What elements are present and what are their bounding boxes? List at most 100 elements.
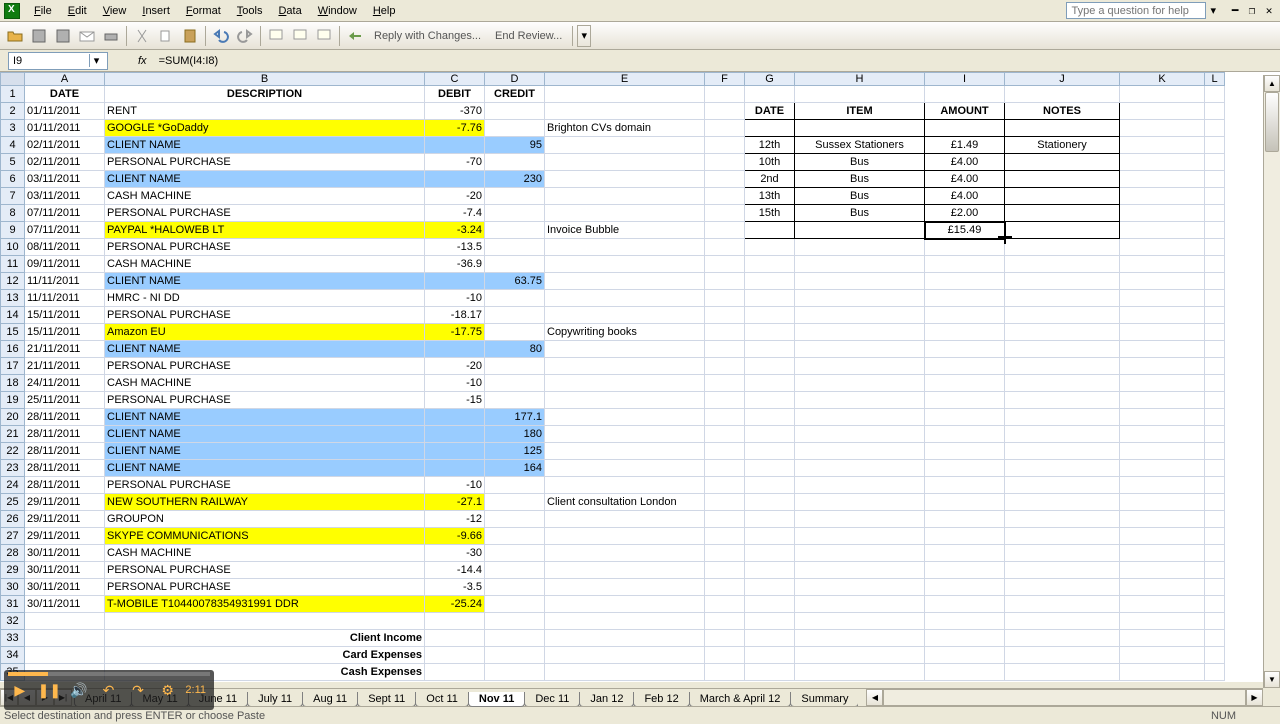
cell-E23[interactable] — [545, 460, 705, 477]
sheet-tab-aug-11[interactable]: Aug 11 — [302, 692, 358, 707]
sheet-tab-sept-11[interactable]: Sept 11 — [357, 692, 416, 707]
cell-F25[interactable] — [705, 494, 745, 511]
cell-A3[interactable]: 01/11/2011 — [25, 120, 105, 137]
cell-D3[interactable] — [485, 120, 545, 137]
cell-H10[interactable] — [795, 239, 925, 256]
cell-H25[interactable] — [795, 494, 925, 511]
col-header-J[interactable]: J — [1005, 73, 1120, 86]
cell-H8[interactable]: Bus — [795, 205, 925, 222]
cell-D16[interactable]: 80 — [485, 341, 545, 358]
cell-J13[interactable] — [1005, 290, 1120, 307]
cell-J8[interactable] — [1005, 205, 1120, 222]
cell-D11[interactable] — [485, 256, 545, 273]
cell-G2[interactable]: DATE — [745, 103, 795, 120]
cell-K19[interactable] — [1120, 392, 1205, 409]
cell-J21[interactable] — [1005, 426, 1120, 443]
cell-G3[interactable] — [745, 120, 795, 137]
cell-J28[interactable] — [1005, 545, 1120, 562]
row-header-9[interactable]: 9 — [1, 222, 25, 239]
cell-G17[interactable] — [745, 358, 795, 375]
name-box-dropdown-icon[interactable]: ▾ — [89, 54, 103, 67]
row-header-34[interactable]: 34 — [1, 647, 25, 664]
cell-A24[interactable]: 28/11/2011 — [25, 477, 105, 494]
cell-A25[interactable]: 29/11/2011 — [25, 494, 105, 511]
cell-C31[interactable]: -25.24 — [425, 596, 485, 613]
cell-F29[interactable] — [705, 562, 745, 579]
restore-button[interactable]: ❐ — [1245, 4, 1259, 18]
cell-J24[interactable] — [1005, 477, 1120, 494]
cell-H31[interactable] — [795, 596, 925, 613]
cell-C34[interactable] — [425, 647, 485, 664]
scroll-up-button[interactable]: ▲ — [1264, 75, 1280, 92]
cell-D9[interactable] — [485, 222, 545, 239]
cell-J16[interactable] — [1005, 341, 1120, 358]
cell-I32[interactable] — [925, 613, 1005, 630]
reply-arrow-icon[interactable] — [344, 25, 366, 47]
cell-I11[interactable] — [925, 256, 1005, 273]
cell-A31[interactable]: 30/11/2011 — [25, 596, 105, 613]
cell-G33[interactable] — [745, 630, 795, 647]
formula-input[interactable] — [155, 52, 1280, 70]
cell-F33[interactable] — [705, 630, 745, 647]
cell-F10[interactable] — [705, 239, 745, 256]
cell-J25[interactable] — [1005, 494, 1120, 511]
cell-G30[interactable] — [745, 579, 795, 596]
cell-A19[interactable]: 25/11/2011 — [25, 392, 105, 409]
cell-D29[interactable] — [485, 562, 545, 579]
cell-G35[interactable] — [745, 664, 795, 681]
cell-F1[interactable] — [705, 86, 745, 103]
cell-H35[interactable] — [795, 664, 925, 681]
cell-I6[interactable]: £4.00 — [925, 171, 1005, 188]
cell-F19[interactable] — [705, 392, 745, 409]
cell-C4[interactable] — [425, 137, 485, 154]
cell-D19[interactable] — [485, 392, 545, 409]
cell-G18[interactable] — [745, 375, 795, 392]
cell-I19[interactable] — [925, 392, 1005, 409]
cell-B23[interactable]: CLIENT NAME — [105, 460, 425, 477]
cell-C11[interactable]: -36.9 — [425, 256, 485, 273]
cell-E28[interactable] — [545, 545, 705, 562]
cell-L1[interactable] — [1205, 86, 1225, 103]
cell-K10[interactable] — [1120, 239, 1205, 256]
cell-B15[interactable]: Amazon EU — [105, 324, 425, 341]
cell-H20[interactable] — [795, 409, 925, 426]
cell-L2[interactable] — [1205, 103, 1225, 120]
cell-H18[interactable] — [795, 375, 925, 392]
cell-F12[interactable] — [705, 273, 745, 290]
sheet-tab-feb-12[interactable]: Feb 12 — [633, 692, 689, 707]
row-header-22[interactable]: 22 — [1, 443, 25, 460]
cell-K3[interactable] — [1120, 120, 1205, 137]
toolbar-options-dropdown[interactable]: ▾ — [577, 25, 591, 47]
cell-J3[interactable] — [1005, 120, 1120, 137]
cell-K17[interactable] — [1120, 358, 1205, 375]
cell-C29[interactable]: -14.4 — [425, 562, 485, 579]
cell-E22[interactable] — [545, 443, 705, 460]
cell-C17[interactable]: -20 — [425, 358, 485, 375]
menu-edit[interactable]: Edit — [60, 3, 95, 19]
cell-I34[interactable] — [925, 647, 1005, 664]
insert-comment-icon[interactable] — [265, 25, 287, 47]
cell-L34[interactable] — [1205, 647, 1225, 664]
cell-D23[interactable]: 164 — [485, 460, 545, 477]
cell-J4[interactable]: Stationery — [1005, 137, 1120, 154]
cell-C24[interactable]: -10 — [425, 477, 485, 494]
row-header-4[interactable]: 4 — [1, 137, 25, 154]
cell-D7[interactable] — [485, 188, 545, 205]
row-header-20[interactable]: 20 — [1, 409, 25, 426]
cell-G25[interactable] — [745, 494, 795, 511]
cell-D10[interactable] — [485, 239, 545, 256]
cell-H15[interactable] — [795, 324, 925, 341]
cell-C9[interactable]: -3.24 — [425, 222, 485, 239]
cell-A29[interactable]: 30/11/2011 — [25, 562, 105, 579]
media-play-button[interactable]: ▶ — [8, 678, 32, 702]
cell-K35[interactable] — [1120, 664, 1205, 681]
row-header-32[interactable]: 32 — [1, 613, 25, 630]
cell-H21[interactable] — [795, 426, 925, 443]
cell-G9[interactable] — [745, 222, 795, 239]
cell-J17[interactable] — [1005, 358, 1120, 375]
cell-K6[interactable] — [1120, 171, 1205, 188]
cell-C28[interactable]: -30 — [425, 545, 485, 562]
cell-L18[interactable] — [1205, 375, 1225, 392]
cell-D17[interactable] — [485, 358, 545, 375]
cell-L33[interactable] — [1205, 630, 1225, 647]
